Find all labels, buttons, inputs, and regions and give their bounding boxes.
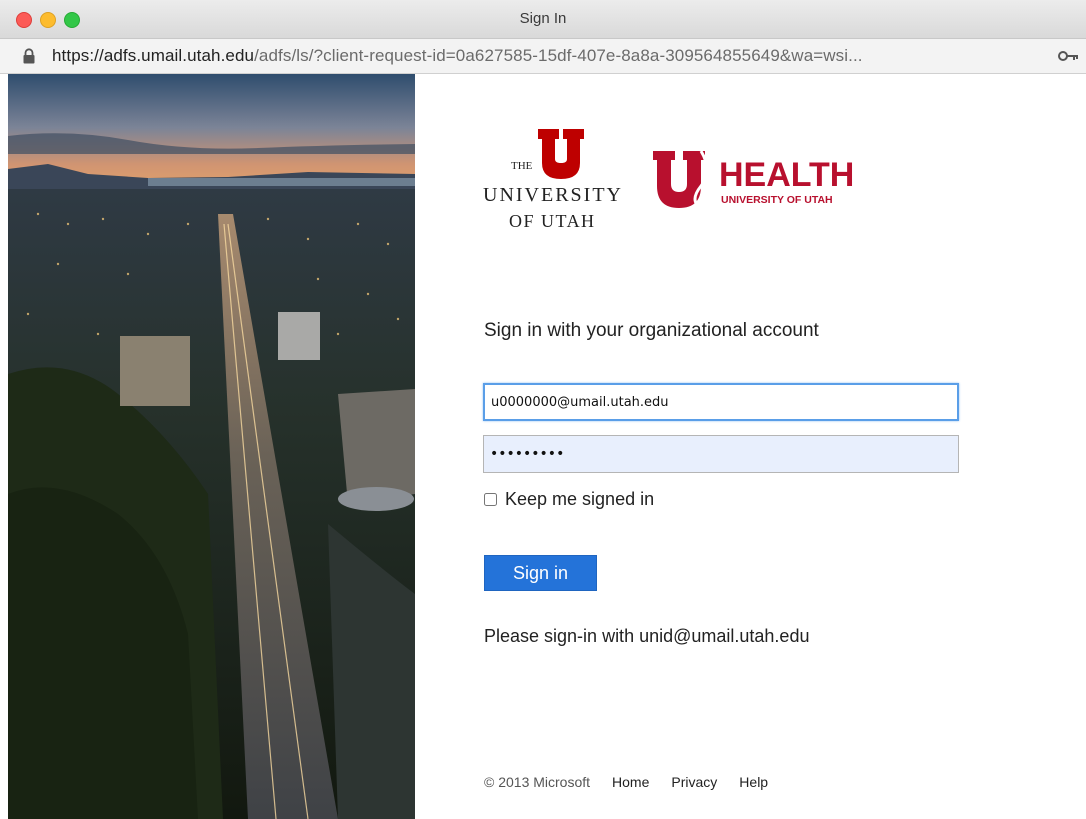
keep-signed-in-label: Keep me signed in (505, 488, 655, 509)
keep-signed-in-checkbox[interactable] (484, 492, 497, 506)
logo-health-text: HEALTH (719, 156, 854, 194)
url-host: https://adfs.umail.utah.edu (52, 46, 255, 65)
u-health-logo: HEALTH UNIVERSITY OF UTAH (653, 150, 854, 210)
sign-in-hint: Please sign-in with unid@umail.utah.edu (484, 626, 810, 646)
logo-of-utah-text: OF UTAH (509, 211, 596, 231)
username-input[interactable] (483, 383, 959, 421)
address-bar[interactable]: https://adfs.umail.utah.edu/adfs/ls/?cli… (0, 39, 1086, 74)
sign-in-panel: THE UNIVERSITY OF UTAH HEALTH UNIVERSITY… (415, 74, 1086, 819)
city-aerial-photo (8, 74, 415, 819)
logo-health-subtext: UNIVERSITY OF UTAH (721, 194, 833, 206)
lock-icon (23, 48, 35, 64)
sign-in-heading: Sign in with your organizational account (484, 320, 819, 341)
window-title: Sign In (519, 10, 567, 27)
url-text[interactable]: https://adfs.umail.utah.edu/adfs/ls/?cli… (52, 46, 863, 66)
password-input[interactable] (483, 435, 959, 473)
url-path: /adfs/ls/?client-request-id=0a627585-15d… (254, 46, 863, 65)
footer-link-home[interactable]: Home (612, 774, 649, 790)
logo-university-text: UNIVERSITY (483, 184, 623, 206)
keep-signed-in-option[interactable]: Keep me signed in (484, 488, 654, 510)
title-bar: Sign In (0, 0, 1086, 39)
footer-link-privacy[interactable]: Privacy (671, 774, 717, 790)
browser-window: Sign In https://adfs.umail.utah.edu/adfs… (0, 0, 1086, 819)
footer: © 2013 Microsoft Home Privacy Help (484, 774, 790, 790)
key-icon[interactable] (1058, 50, 1080, 62)
logo-the-text: THE (511, 160, 533, 172)
university-of-utah-logo: THE UNIVERSITY OF UTAH (483, 129, 623, 231)
sign-in-button[interactable]: Sign in (484, 555, 597, 591)
copyright-text: © 2013 Microsoft (484, 774, 591, 790)
footer-link-help[interactable]: Help (739, 774, 768, 790)
